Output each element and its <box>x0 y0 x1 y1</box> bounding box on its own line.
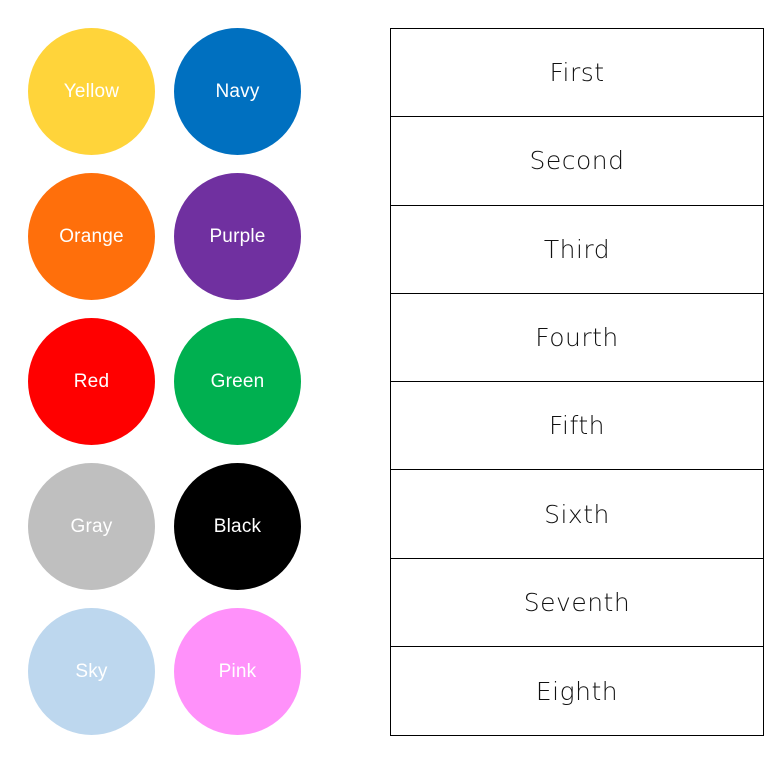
table-row: Fifth <box>391 382 763 471</box>
swatch-label: Gray <box>70 515 113 537</box>
swatch-label: Purple <box>209 225 266 247</box>
ordinal-label: Eighth <box>535 676 619 706</box>
color-swatch-gray: Gray <box>28 463 155 590</box>
table-row: Fourth <box>391 294 763 383</box>
swatch-label: Sky <box>75 660 108 682</box>
swatch-label: Black <box>213 515 262 537</box>
swatch-label: Yellow <box>63 80 120 102</box>
swatch-label: Pink <box>218 660 257 682</box>
color-palette: Yellow Navy Orange Purple Red Green Gray… <box>28 28 301 735</box>
color-swatch-sky: Sky <box>28 608 155 735</box>
ordinal-label: Third <box>543 234 611 264</box>
color-swatch-green: Green <box>174 318 301 445</box>
table-row: Eighth <box>391 647 763 735</box>
ordinal-label: Fifth <box>548 411 605 441</box>
ordinal-label: Fourth <box>535 323 619 353</box>
ordinal-label: Second <box>529 146 625 176</box>
table-row: Second <box>391 117 763 206</box>
color-swatch-purple: Purple <box>174 173 301 300</box>
swatch-label: Green <box>210 370 265 392</box>
table-row: Third <box>391 206 763 294</box>
color-swatch-yellow: Yellow <box>28 28 155 155</box>
color-swatch-black: Black <box>174 463 301 590</box>
table-row: Sixth <box>391 470 763 559</box>
swatch-label: Orange <box>59 225 124 247</box>
table-row: First <box>391 29 763 118</box>
swatch-label: Navy <box>215 80 260 102</box>
ordinal-label: Sixth <box>544 499 610 529</box>
color-swatch-navy: Navy <box>174 28 301 155</box>
ordinal-label: Seventh <box>523 587 631 617</box>
table-row: Seventh <box>391 559 763 648</box>
color-swatch-pink: Pink <box>174 608 301 735</box>
color-swatch-red: Red <box>28 318 155 445</box>
color-swatch-orange: Orange <box>28 173 155 300</box>
swatch-label: Red <box>73 370 110 392</box>
ordinal-label: First <box>549 58 605 88</box>
ordinal-table: First Second Third Fourth Fifth Sixth Se… <box>390 28 764 737</box>
